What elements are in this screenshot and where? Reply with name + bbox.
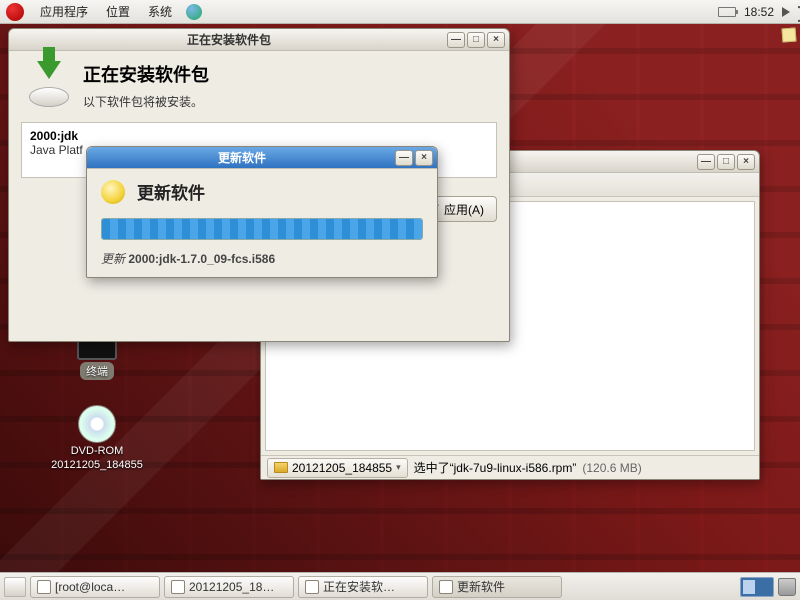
folder-icon	[274, 462, 288, 473]
volume-icon[interactable]	[782, 7, 790, 17]
taskbar-label: 更新软件	[457, 578, 505, 595]
titlebar[interactable]: 更新软件 — ×	[87, 147, 437, 169]
desktop-icon-label: DVD-ROM	[71, 445, 124, 457]
window-title: 正在安装软件包	[13, 31, 445, 48]
taskbar-label: 正在安装软…	[323, 578, 395, 595]
dvd-icon	[78, 405, 116, 443]
battery-icon[interactable]	[718, 7, 736, 17]
window-icon	[37, 580, 51, 594]
workspace-switcher[interactable]	[740, 577, 774, 597]
sticky-note-icon[interactable]	[782, 28, 797, 43]
show-desktop-button[interactable]	[4, 577, 26, 597]
taskbar-entry-update[interactable]: 更新软件	[432, 576, 562, 598]
desktop-icon-label: 终端	[80, 362, 114, 380]
status-size: (120.6 MB)	[582, 461, 641, 475]
trash-icon[interactable]	[778, 578, 796, 596]
menu-places[interactable]: 位置	[98, 0, 138, 23]
download-icon	[25, 61, 71, 107]
chevron-down-icon: ▾	[396, 462, 401, 473]
maximize-button[interactable]: □	[717, 154, 735, 170]
menu-system[interactable]: 系统	[140, 0, 180, 23]
redhat-logo-icon[interactable]	[6, 3, 24, 21]
bottom-taskbar: [root@loca… 20121205_18… 正在安装软… 更新软件	[0, 572, 800, 600]
installer-heading: 正在安装软件包	[83, 61, 209, 87]
update-dialog[interactable]: 更新软件 — × 更新软件 更新 2000:jdk-1.7.0_09-fcs.i…	[86, 146, 438, 278]
location-chip[interactable]: 20121205_184855 ▾	[267, 458, 408, 478]
close-button[interactable]: ×	[415, 150, 433, 166]
close-button[interactable]: ×	[737, 154, 755, 170]
window-title: 更新软件	[91, 149, 393, 166]
lightbulb-icon	[101, 180, 125, 204]
window-icon	[305, 580, 319, 594]
top-panel: 应用程序 位置 系统 18:52	[0, 0, 800, 24]
update-heading: 更新软件	[137, 179, 205, 204]
desktop-icon-dvd[interactable]: DVD-ROM 20121205_184855	[52, 405, 142, 471]
taskbar-entry-installer[interactable]: 正在安装软…	[298, 576, 428, 598]
menu-applications[interactable]: 应用程序	[32, 0, 96, 23]
button-label: 应用(A)	[444, 201, 484, 218]
taskbar-label: 20121205_18…	[189, 580, 274, 594]
package-name: 2000:jdk	[30, 129, 488, 143]
status-text: 选中了“jdk-7u9-linux-i586.rpm”	[414, 459, 577, 476]
titlebar[interactable]: 正在安装软件包 — □ ×	[9, 29, 509, 51]
taskbar-entry-terminal[interactable]: [root@loca…	[30, 576, 160, 598]
progress-bar	[101, 218, 423, 240]
close-button[interactable]: ×	[487, 32, 505, 48]
taskbar-label: [root@loca…	[55, 580, 125, 594]
installer-subheading: 以下软件包将被安装。	[83, 93, 209, 110]
progress-text: 更新 2000:jdk-1.7.0_09-fcs.i586	[101, 250, 423, 267]
browser-launcher-icon[interactable]	[186, 4, 202, 20]
clock[interactable]: 18:52	[744, 5, 774, 19]
window-icon	[439, 580, 453, 594]
maximize-button[interactable]: □	[467, 32, 485, 48]
location-label: 20121205_184855	[292, 461, 392, 475]
statusbar: 20121205_184855 ▾ 选中了“jdk-7u9-linux-i586…	[261, 455, 759, 479]
minimize-button[interactable]: —	[395, 150, 413, 166]
window-icon	[171, 580, 185, 594]
minimize-button[interactable]: —	[447, 32, 465, 48]
desktop-icon-label: 20121205_184855	[51, 459, 143, 471]
minimize-button[interactable]: —	[697, 154, 715, 170]
taskbar-entry-filebrowser[interactable]: 20121205_18…	[164, 576, 294, 598]
